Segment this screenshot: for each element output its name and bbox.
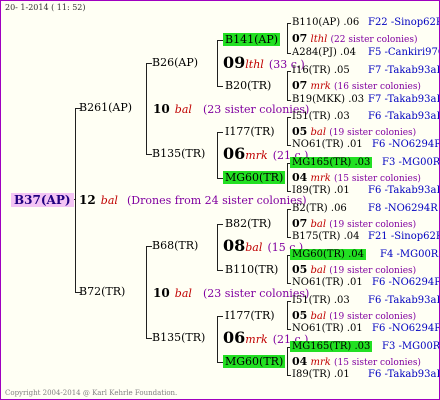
connector — [217, 132, 218, 178]
timestamp: 20- 1-2014 ( 11: 52) — [5, 3, 86, 12]
gen4-node[interactable]: NO61(TR) .01 F6 -NO6294R — [292, 138, 439, 152]
connector — [287, 375, 291, 376]
gen3-node[interactable]: I177(TR) — [225, 125, 275, 139]
connector — [217, 316, 223, 317]
gen4-info: 07 lthl (22 sister colonies) — [292, 32, 418, 45]
connector — [287, 53, 291, 54]
connector — [287, 329, 291, 330]
gen3-node[interactable]: B20(TR) — [225, 79, 271, 93]
connector — [217, 316, 218, 362]
gen4-node[interactable]: A284(PJ) .04 F5 -Cankiri97Q — [292, 46, 439, 60]
connector — [287, 145, 291, 146]
connector — [217, 224, 218, 270]
gen2-node[interactable]: B135(TR) — [152, 331, 205, 345]
gen2-node[interactable]: B135(TR) — [152, 147, 205, 161]
gen3-node[interactable]: B141(AP) — [223, 33, 281, 47]
connector — [217, 40, 218, 86]
gen4-node[interactable]: B175(TR) .04 F21 -Sinop62R — [292, 230, 439, 244]
connector — [287, 301, 288, 329]
connector — [287, 283, 291, 284]
connector — [287, 163, 288, 191]
connector — [287, 117, 291, 118]
connector — [287, 301, 291, 302]
root-node[interactable]: B37(AP) — [11, 192, 74, 207]
gen4-info: 07 mrk (16 sister colonies) — [292, 79, 421, 92]
connector — [217, 224, 223, 225]
sire-node[interactable]: B261(AP) — [79, 101, 132, 115]
gen3-node[interactable]: I177(TR) — [225, 309, 275, 323]
connector — [75, 108, 76, 292]
gen4-node[interactable]: NO61(TR) .01 F6 -NO6294R — [292, 322, 439, 336]
connector — [146, 63, 147, 154]
dam-node[interactable]: B72(TR) — [79, 285, 125, 299]
connector — [287, 237, 291, 238]
gen4-node[interactable]: B19(MKK) .03 F7 -Takab93aR — [292, 93, 439, 107]
root-info: 12 bal (Drones from 24 sister colonies) — [79, 193, 307, 207]
gen4-node[interactable]: MG165(TR) .03 F3 -MG00R — [290, 340, 439, 354]
dam-info: 10 bal (23 sister colonies) — [153, 286, 310, 300]
gen4-node[interactable]: MG60(TR) .04 F4 -MG00R — [290, 248, 438, 262]
connector — [217, 132, 223, 133]
connector — [287, 117, 288, 145]
gen3-node[interactable]: MG60(TR) — [223, 355, 286, 369]
connector — [287, 71, 288, 100]
gen4-node[interactable]: MG165(TR) .03 F3 -MG00R — [290, 156, 439, 170]
gen4-node[interactable]: I89(TR) .01 F6 -Takab93aR — [292, 184, 439, 198]
connector — [287, 255, 288, 283]
connector — [217, 86, 223, 87]
connector — [287, 209, 291, 210]
gen2-node[interactable]: B26(AP) — [152, 56, 198, 70]
pedigree-chart: 20- 1-2014 ( 11: 52) B37(AP) 12 bal (Dro… — [0, 0, 440, 400]
connector — [287, 347, 288, 375]
gen2-node[interactable]: B68(TR) — [152, 239, 198, 253]
gen4-node[interactable]: B110(AP) .06 F22 -Sinop62R — [292, 16, 439, 30]
connector — [287, 23, 291, 24]
gen4-node[interactable]: B2(TR) .06 F8 -NO6294R — [292, 202, 438, 216]
gen3-node[interactable]: MG60(TR) — [223, 171, 286, 185]
connector — [146, 246, 147, 338]
gen4-node[interactable]: I51(TR) .03 F6 -Takab93aR — [292, 294, 439, 308]
sire-info: 10 bal (23 sister colonies) — [153, 102, 310, 116]
gen3-node[interactable]: B82(TR) — [225, 217, 271, 231]
gen4-node[interactable]: I16(TR) .05 F7 -Takab93aR — [292, 64, 439, 78]
copyright: Copyright 2004-2014 @ Karl Kehrle Founda… — [5, 389, 178, 397]
gen3-node[interactable]: B110(TR) — [225, 263, 278, 277]
gen4-node[interactable]: I89(TR) .01 F6 -Takab93aR — [292, 368, 439, 382]
gen4-node[interactable]: I51(TR) .03 F6 -Takab93aR — [292, 110, 439, 124]
connector — [287, 23, 288, 53]
gen4-node[interactable]: NO61(TR) .01 F6 -NO6294R — [292, 276, 439, 290]
connector — [287, 209, 288, 237]
connector — [217, 270, 223, 271]
